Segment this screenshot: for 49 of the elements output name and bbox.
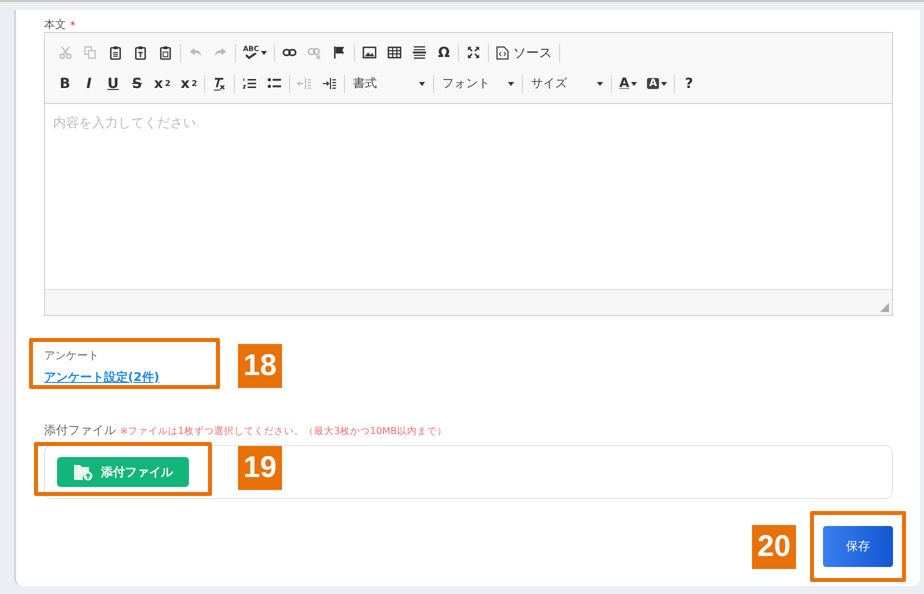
resize-handle-icon[interactable] bbox=[880, 303, 889, 312]
numbered-list-icon bbox=[242, 76, 258, 91]
clipboard-icon bbox=[158, 45, 173, 60]
scissors-icon bbox=[58, 45, 73, 60]
image-icon bbox=[362, 45, 377, 60]
caret-icon bbox=[419, 82, 426, 86]
attachment-note: ※ファイルは1枚ずつ選択してください。（最大3枚かつ10MB以内まで） bbox=[120, 425, 447, 438]
background-color-button[interactable]: A bbox=[642, 72, 672, 96]
flag-icon bbox=[332, 45, 347, 60]
field-label: 本文 bbox=[44, 17, 66, 32]
clipboard-icon bbox=[133, 45, 148, 60]
step-number: 19 bbox=[238, 446, 282, 490]
step-number: 20 bbox=[752, 524, 796, 568]
table-icon bbox=[386, 45, 402, 60]
editor-placeholder: 内容を入力してください bbox=[53, 116, 196, 131]
format-button[interactable]: ? bbox=[677, 72, 702, 96]
remove-format-icon bbox=[212, 76, 228, 91]
folder-upload-icon bbox=[73, 463, 93, 481]
clipboard-icon bbox=[108, 45, 123, 60]
copy-icon bbox=[83, 45, 98, 60]
format-dropdown[interactable]: フォント bbox=[436, 75, 520, 92]
format-dropdown[interactable]: 書式 bbox=[347, 75, 432, 92]
horizontal-line-icon bbox=[412, 45, 427, 60]
caret-icon bbox=[508, 82, 514, 86]
bulleted-list-icon bbox=[267, 76, 282, 91]
survey-label: アンケート bbox=[44, 348, 100, 363]
unlink-icon bbox=[306, 45, 322, 60]
survey-settings-link[interactable]: アンケート設定(2件) bbox=[44, 369, 234, 386]
format-button[interactable]: U bbox=[101, 72, 125, 96]
caret-icon bbox=[597, 82, 604, 86]
format-dropdown[interactable]: サイズ bbox=[525, 75, 610, 92]
format-button[interactable]: S bbox=[125, 72, 149, 96]
checkmark-icon bbox=[244, 52, 257, 60]
maximize-icon bbox=[466, 45, 481, 60]
format-button[interactable]: I bbox=[77, 72, 101, 96]
required-mark: * bbox=[70, 19, 76, 32]
format-button[interactable]: Ω bbox=[432, 40, 456, 64]
caret-icon bbox=[661, 82, 668, 86]
code-file-icon bbox=[496, 46, 509, 60]
indent-icon bbox=[322, 76, 338, 91]
source-button[interactable]: ソース bbox=[490, 40, 557, 64]
outdent-icon bbox=[297, 76, 312, 91]
step-number: 18 bbox=[238, 344, 282, 388]
format-button[interactable]: x$^{2}$ bbox=[176, 72, 202, 96]
format-button[interactable]: B bbox=[53, 72, 77, 96]
save-button[interactable]: 保存 bbox=[823, 526, 893, 567]
attachment-label: 添付ファイル bbox=[44, 422, 116, 439]
text-color-button[interactable]: A bbox=[614, 72, 642, 96]
caret-icon bbox=[631, 82, 638, 86]
